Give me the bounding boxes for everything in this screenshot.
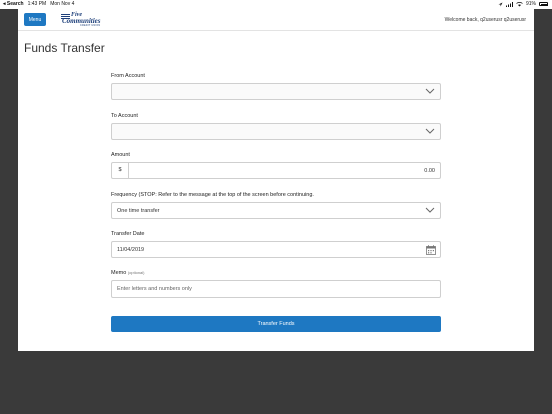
calendar-icon[interactable]	[426, 245, 436, 255]
logo-text-sub: CREDIT UNION	[80, 24, 101, 27]
chevron-down-icon	[425, 88, 435, 94]
signal-icon	[505, 1, 513, 7]
from-account-label: From Account	[111, 73, 145, 79]
chevron-down-icon	[425, 128, 435, 134]
status-date: Mon Nov 4	[50, 1, 75, 7]
to-account-label: To Account	[111, 113, 138, 119]
transfer-date-value: 11/04/2019	[117, 247, 145, 253]
frequency-value: One time transfer	[117, 208, 160, 214]
to-account-select[interactable]	[111, 123, 441, 140]
memo-label: Memo (optional)	[111, 270, 145, 276]
battery-icon	[539, 2, 548, 6]
status-bar: ◂ Search 1:43 PM Mon Nov 4 91%	[0, 0, 552, 9]
transfer-date-label: Transfer Date	[111, 231, 145, 237]
app-header: Menu Five Communities CREDIT UNION Welco…	[18, 9, 534, 31]
memo-label-text: Memo	[111, 270, 127, 276]
status-left: ◂ Search 1:43 PM Mon Nov 4	[3, 1, 74, 7]
memo-input[interactable]	[111, 280, 441, 298]
status-right: 91%	[498, 1, 548, 7]
currency-prefix: $	[112, 163, 129, 178]
amount-field[interactable]: $ 0.00	[111, 162, 441, 179]
status-time: 1:43 PM	[27, 1, 47, 7]
transfer-funds-button[interactable]: Transfer Funds	[111, 316, 441, 332]
frequency-label: Frequency (STOP: Refer to the message at…	[111, 192, 314, 198]
welcome-message: Welcome back, q2userusr q2userusr	[444, 17, 526, 23]
memo-optional-hint: (optional)	[127, 270, 145, 275]
battery-percent: 91%	[525, 1, 536, 7]
credit-union-logo[interactable]: Five Communities CREDIT UNION	[60, 12, 104, 28]
menu-button[interactable]: Menu	[24, 13, 46, 26]
back-to-search-link[interactable]: ◂ Search	[3, 1, 24, 7]
funds-transfer-card: Funds Transfer From Account To Account A…	[18, 31, 534, 351]
transfer-date-field[interactable]: 11/04/2019	[111, 241, 441, 258]
from-account-select[interactable]	[111, 83, 441, 100]
frequency-select[interactable]: One time transfer	[111, 202, 441, 219]
amount-label: Amount	[111, 152, 130, 158]
location-icon	[498, 2, 503, 6]
chevron-down-icon	[425, 207, 435, 213]
page-title: Funds Transfer	[24, 41, 105, 55]
wifi-icon	[516, 1, 523, 6]
amount-value: 0.00	[424, 168, 435, 174]
